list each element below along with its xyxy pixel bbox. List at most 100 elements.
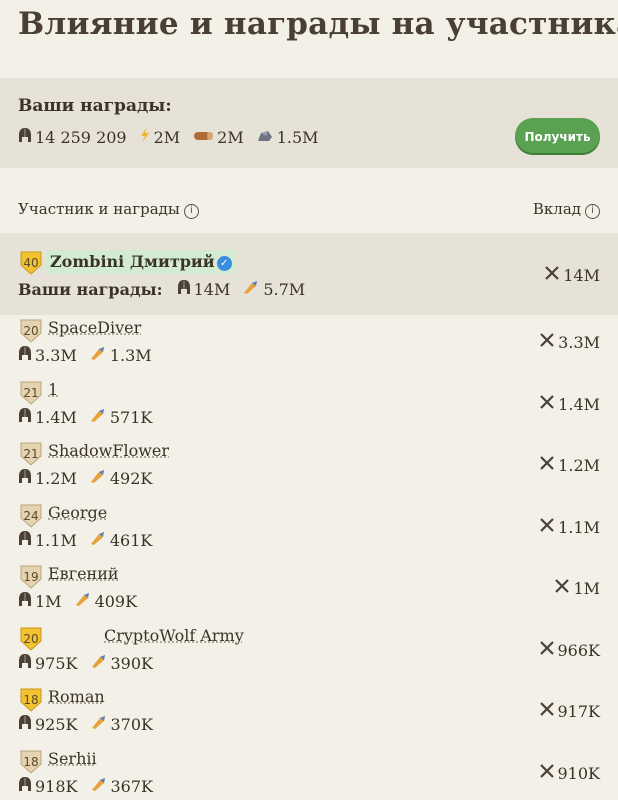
reward-helmet-value: 14 259 209 [35, 127, 127, 147]
your-rewards-list: 14 259 209 2M 2M 1.5M [18, 126, 319, 148]
my-name[interactable]: Zombini Дмитрий ✓ [46, 250, 236, 274]
gold-icon [139, 126, 151, 148]
helmet-icon [177, 279, 191, 300]
level-badge: 21 [20, 381, 42, 405]
helmet-value: 975K [35, 653, 78, 673]
level-badge: 19 [20, 565, 42, 589]
wood-icon [192, 128, 214, 147]
participant-contribution: 1.2M [539, 454, 600, 476]
helmet-value: 1M [35, 591, 62, 611]
food-icon [90, 714, 108, 734]
swords-icon [544, 265, 560, 285]
food-value: 409K [94, 591, 138, 611]
participant-name[interactable]: Евгений [48, 564, 119, 583]
info-icon[interactable]: i [183, 204, 199, 219]
helmet-icon [18, 776, 32, 797]
helmet-value: 1.4M [35, 407, 77, 427]
helmet-icon [18, 530, 32, 551]
participant-rewards: 925K 370K [18, 713, 153, 735]
contribution-header-label: Вклад [532, 200, 581, 218]
swords-icon [539, 763, 555, 783]
helmet-icon [18, 345, 32, 366]
level-badge: 40 [20, 251, 42, 275]
food-value: 370K [110, 714, 154, 734]
participant-name[interactable]: CryptoWolf Army [104, 626, 244, 645]
helmet-icon [18, 591, 32, 612]
stone-icon [256, 128, 274, 147]
your-rewards-title: Ваши награды: [18, 96, 172, 116]
food-icon [89, 407, 107, 427]
participant-name[interactable]: George [48, 503, 107, 522]
participant-rewards: 1M 409K [18, 590, 137, 612]
food-icon [90, 653, 108, 673]
my-rewards-label: Ваши награды: [18, 279, 163, 299]
claim-button[interactable]: Получить [515, 118, 600, 155]
my-contribution: 14M [544, 264, 600, 286]
participant-contribution: 917K [539, 700, 600, 722]
helmet-icon [18, 127, 32, 148]
food-icon [89, 468, 107, 488]
level-badge: 20 [20, 319, 42, 343]
participant-contribution: 3.3M [539, 331, 600, 353]
helmet-icon [18, 468, 32, 489]
helmet-icon [18, 407, 32, 428]
food-value: 390K [110, 653, 154, 673]
food-icon [74, 591, 92, 611]
verified-icon: ✓ [216, 256, 232, 271]
level-badge: 18 [20, 750, 42, 774]
participant-rewards: 3.3M 1.3M [18, 344, 152, 366]
info-icon[interactable]: i [585, 204, 600, 219]
food-value: 367K [110, 776, 154, 796]
food-icon [242, 279, 260, 299]
level-badge: 24 [20, 504, 42, 528]
swords-icon [539, 455, 555, 475]
my-row [0, 233, 618, 315]
participant-contribution: 966K [539, 639, 600, 661]
participant-name[interactable]: Serhii [48, 749, 97, 768]
page-title: Влияние и награды на участника [18, 6, 618, 42]
participant-rewards: 1.4M 571K [18, 406, 152, 428]
participant-name[interactable]: ShadowFlower [48, 441, 169, 460]
swords-icon [539, 517, 555, 537]
participant-rewards: 975K 390K [18, 652, 153, 674]
participant-contribution: 910K [539, 762, 600, 784]
food-icon [89, 345, 107, 365]
helmet-value: 3.3M [35, 345, 77, 365]
swords-icon [539, 640, 555, 660]
swords-icon [539, 701, 555, 721]
participant-rewards: 1.2M 492K [18, 467, 152, 489]
swords-icon [554, 578, 570, 598]
participant-name[interactable]: SpaceDiver [48, 318, 141, 337]
reward-wood-value: 2M [217, 127, 244, 147]
participant-contribution: 1.4M [539, 393, 600, 415]
helmet-value: 14M [193, 279, 231, 299]
food-icon [90, 776, 108, 796]
participant-rewards: 1.1M 461K [18, 529, 152, 551]
food-value: 571K [109, 407, 153, 427]
helmet-value: 1.1M [35, 530, 77, 550]
swords-icon [539, 332, 555, 352]
participant-name[interactable]: 1 [48, 380, 58, 399]
swords-icon [539, 394, 555, 414]
helmet-icon [18, 714, 32, 735]
food-value: 461K [109, 530, 153, 550]
table-header: Участник и награды i Вклад i [18, 198, 600, 222]
participant-header-label: Участник и награды [18, 200, 180, 218]
food-icon [89, 530, 107, 550]
participant-name[interactable]: Roman [48, 687, 105, 706]
helmet-value: 1.2M [35, 468, 77, 488]
level-badge: 20 [20, 627, 42, 651]
participant-contribution: 1.1M [539, 516, 600, 538]
reward-stone-value: 1.5M [276, 127, 319, 147]
food-value: 5.7M [263, 279, 306, 299]
participant-rewards: 918K 367K [18, 775, 153, 797]
level-badge: 18 [20, 688, 42, 712]
reward-gold-value: 2M [153, 127, 181, 147]
food-value: 492K [109, 468, 153, 488]
food-value: 1.3M [109, 345, 152, 365]
my-rewards: Ваши награды: 14M 5.7M [18, 278, 305, 300]
participant-contribution: 1M [554, 577, 600, 599]
level-badge: 21 [20, 442, 42, 466]
helmet-value: 918K [35, 776, 78, 796]
helmet-value: 925K [35, 714, 78, 734]
